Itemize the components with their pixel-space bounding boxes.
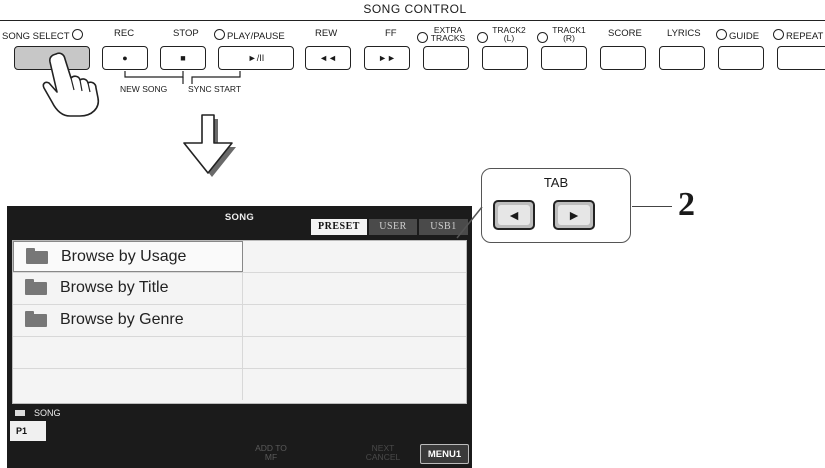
panel-divider bbox=[0, 20, 825, 21]
led-icon bbox=[417, 32, 428, 43]
menu1-button[interactable]: MENU1 bbox=[420, 444, 469, 464]
repeat-button[interactable] bbox=[777, 46, 825, 70]
rec-label: REC bbox=[114, 28, 135, 39]
tab-user[interactable]: USER bbox=[369, 219, 417, 235]
list-item-cell[interactable] bbox=[13, 369, 243, 400]
tab-right-button[interactable]: ► bbox=[553, 200, 595, 230]
lyrics-label: LYRICS bbox=[667, 28, 701, 39]
hand-pointer-icon bbox=[42, 52, 100, 117]
new-song-label: NEW SONG bbox=[120, 84, 168, 94]
list-item-cell[interactable]: Browse by Genre bbox=[13, 305, 243, 336]
tab-preset[interactable]: PRESET bbox=[311, 219, 367, 235]
stop-label: STOP bbox=[173, 28, 199, 39]
extra-tracks-button[interactable] bbox=[423, 46, 469, 70]
led-icon bbox=[72, 29, 84, 40]
guide-button[interactable] bbox=[718, 46, 764, 70]
led-icon bbox=[477, 32, 488, 43]
guide-label: GUIDE bbox=[716, 29, 759, 42]
list-item[interactable] bbox=[13, 369, 466, 401]
list-item-label: Browse by Genre bbox=[60, 311, 184, 328]
page-tab[interactable]: P1 bbox=[10, 421, 46, 441]
folder-icon bbox=[25, 279, 47, 295]
repeat-label: REPEAT bbox=[773, 29, 823, 42]
track2-button[interactable] bbox=[482, 46, 528, 70]
song-list: Browse by Usage Browse by Title Browse b… bbox=[12, 240, 467, 404]
tab-label: TAB bbox=[543, 175, 569, 190]
current-path: SONG bbox=[34, 408, 61, 418]
led-icon bbox=[716, 29, 727, 40]
rew-label: REW bbox=[315, 28, 338, 39]
panel-title: SONG CONTROL bbox=[363, 2, 467, 16]
list-item-cell[interactable]: Browse by Title bbox=[13, 273, 243, 304]
play-pause-button[interactable]: ►/II bbox=[218, 46, 294, 70]
rew-button[interactable]: ◄◄ bbox=[305, 46, 351, 70]
rec-button[interactable]: ● bbox=[102, 46, 148, 70]
tab-left-button[interactable]: ◄ bbox=[493, 200, 535, 230]
right-arrow-icon: ► bbox=[558, 205, 590, 225]
list-item[interactable]: Browse by Usage bbox=[13, 241, 466, 273]
list-item[interactable] bbox=[13, 337, 466, 369]
stop-button[interactable]: ■ bbox=[160, 46, 206, 70]
sync-start-label: SYNC START bbox=[188, 84, 242, 94]
ff-button[interactable]: ►► bbox=[364, 46, 410, 70]
list-item[interactable]: Browse by Title bbox=[13, 273, 466, 305]
callout-line bbox=[632, 206, 672, 207]
list-item-cell[interactable] bbox=[13, 337, 243, 368]
list-item-label: Browse by Usage bbox=[61, 248, 187, 265]
folder-icon bbox=[26, 248, 48, 264]
list-item[interactable]: Browse by Genre bbox=[13, 305, 466, 337]
left-arrow-icon: ◄ bbox=[498, 205, 530, 225]
tab-strip: PRESET USER USB1 bbox=[311, 219, 468, 235]
step-number: 2 bbox=[678, 186, 695, 223]
next-cancel-button[interactable]: NEXT CANCEL bbox=[358, 444, 408, 462]
score-button[interactable] bbox=[600, 46, 646, 70]
callout-pointer bbox=[456, 206, 483, 239]
folder-icon bbox=[25, 311, 47, 327]
track1-button[interactable] bbox=[541, 46, 587, 70]
ff-label: FF bbox=[385, 28, 397, 39]
led-icon bbox=[773, 29, 784, 40]
song-select-label: SONG SELECT bbox=[2, 29, 85, 42]
list-item-cell[interactable]: Browse by Usage bbox=[13, 241, 243, 272]
lyrics-button[interactable] bbox=[659, 46, 705, 70]
led-icon bbox=[214, 29, 225, 40]
down-arrow-icon bbox=[183, 114, 236, 177]
play-pause-label: PLAY/PAUSE bbox=[214, 29, 285, 42]
score-label: SCORE bbox=[608, 28, 642, 39]
list-item-label: Browse by Title bbox=[60, 279, 169, 296]
add-to-mf-button[interactable]: ADD TO MF bbox=[246, 444, 296, 462]
led-icon bbox=[537, 32, 548, 43]
